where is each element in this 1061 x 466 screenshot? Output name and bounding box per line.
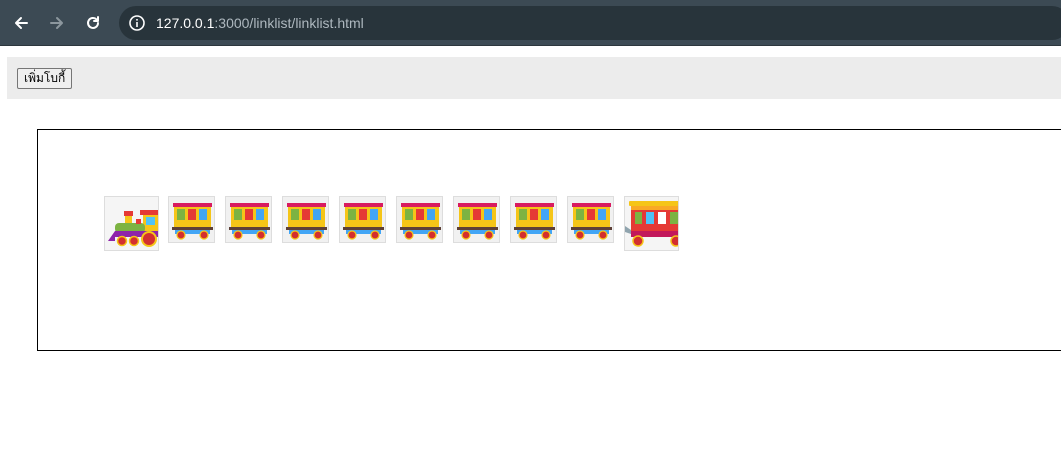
caboose [624, 196, 679, 251]
forward-button[interactable] [45, 11, 69, 35]
reload-icon [87, 16, 99, 29]
train-car [282, 196, 329, 243]
train-car-icon [400, 203, 441, 240]
site-info-icon[interactable] [128, 14, 146, 32]
train-car [396, 196, 443, 243]
reload-button[interactable] [81, 11, 105, 35]
train-car [567, 196, 614, 243]
url-path: :3000/linklist/linklist.html [214, 15, 364, 31]
train-car-icon [286, 203, 327, 240]
train-car [225, 196, 272, 243]
train-car [453, 196, 500, 243]
train-car [510, 196, 557, 243]
page-toolbar: เพิ่มโบกี้ [7, 57, 1061, 99]
browser-toolbar: 127.0.0.1:3000/linklist/linklist.html [0, 0, 1061, 46]
train-car-icon [343, 203, 384, 240]
train-car-icon [514, 203, 555, 240]
url-host: 127.0.0.1 [156, 15, 215, 31]
forward-arrow-icon [50, 17, 63, 29]
caboose-icon [625, 201, 678, 247]
train-car-icon [229, 203, 270, 240]
back-arrow-icon [15, 17, 28, 29]
add-car-button[interactable]: เพิ่มโบกี้ [17, 68, 73, 89]
train-car [168, 196, 215, 243]
train-car-icon [571, 203, 612, 240]
train-row [104, 196, 679, 252]
train-container [37, 129, 1061, 351]
train-car [339, 196, 386, 243]
train-car-icon [172, 203, 213, 240]
back-button[interactable] [9, 11, 33, 35]
address-bar[interactable]: 127.0.0.1:3000/linklist/linklist.html [119, 6, 1061, 40]
locomotive-icon [108, 210, 158, 247]
locomotive [104, 196, 159, 251]
train-car-icon [457, 203, 498, 240]
url-text[interactable]: 127.0.0.1:3000/linklist/linklist.html [156, 15, 364, 31]
